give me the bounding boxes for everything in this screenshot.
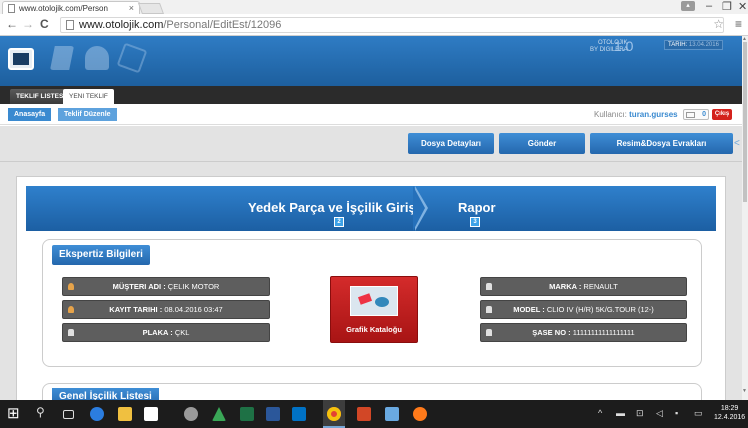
close-tab-icon[interactable]: × bbox=[129, 3, 134, 13]
date-value: 13.04.2016 bbox=[688, 42, 719, 48]
back-icon[interactable]: ← bbox=[6, 17, 18, 31]
step-number-2: 2 bbox=[334, 217, 344, 227]
windows-start-icon[interactable] bbox=[7, 404, 21, 422]
date-display: TARIH: 13.04.2016 bbox=[664, 40, 723, 50]
expertise-legend: Ekspertiz Bilgileri bbox=[52, 245, 150, 265]
action-bar: Dosya Detayları Gönder Resim&Dosya Evrak… bbox=[0, 126, 742, 162]
store-icon[interactable] bbox=[144, 407, 158, 421]
user-prefix: Kullanıcı: bbox=[594, 110, 627, 119]
edge-icon[interactable] bbox=[90, 407, 104, 421]
breadcrumb: Anasayfa Teklif Düzenle Kullanıcı: turan… bbox=[0, 104, 742, 125]
word-icon[interactable] bbox=[266, 407, 280, 421]
monitor-icon[interactable] bbox=[8, 48, 34, 70]
browser-tab-bar: www.otolojik.com/Person × ▴ – ❐ ✕ bbox=[0, 0, 748, 14]
car-icon bbox=[486, 306, 492, 313]
tab-title: www.otolojik.com/Person bbox=[19, 4, 108, 13]
main-panel: Yedek Parça ve İşçilik Girişi Rapor 2 3 … bbox=[16, 176, 726, 423]
app-icon[interactable] bbox=[385, 407, 399, 421]
taskbar: ⚲ ^ ▬ ⊡ ◁ ▪ ▭ 18:29 12.4.2016 bbox=[0, 400, 748, 428]
catalog-thumbnail bbox=[350, 286, 398, 316]
person-icon bbox=[68, 283, 74, 290]
envelope-icon bbox=[686, 112, 695, 118]
excel-icon[interactable] bbox=[240, 407, 254, 421]
powerpoint-icon[interactable] bbox=[357, 407, 371, 421]
url-host: www.otolojik.com bbox=[79, 19, 164, 31]
customer-name-field: MÜŞTERI ADI : ÇELIK MOTOR bbox=[62, 277, 270, 296]
file-details-button[interactable]: Dosya Detayları bbox=[408, 133, 494, 154]
search-icon[interactable]: ⚲ bbox=[36, 405, 50, 419]
catalog-label: Grafik Kataloğu bbox=[346, 325, 402, 334]
scroll-thumb[interactable] bbox=[743, 42, 747, 202]
record-date-field: KAYIT TARIHI : 08.04.2016 03:47 bbox=[62, 300, 270, 319]
user-info: Kullanıcı: turan.gurses bbox=[594, 110, 678, 119]
breadcrumb-current[interactable]: Teklif Düzenle bbox=[58, 108, 117, 121]
address-toolbar: ← → C www.otolojik.com/Personal/EditEst/… bbox=[0, 14, 748, 36]
system-clock[interactable]: 18:29 12.4.2016 bbox=[714, 404, 745, 422]
app-header: OTOLOJIK BY DIGILERA 1.0 TARIH: 13.04.20… bbox=[0, 36, 742, 86]
window-close-button[interactable]: ✕ bbox=[738, 0, 747, 13]
step-separator bbox=[413, 186, 428, 231]
page-icon bbox=[66, 20, 74, 30]
forward-icon[interactable]: → bbox=[22, 17, 34, 31]
profile-icon[interactable]: ▴ bbox=[681, 1, 695, 11]
messages-button[interactable]: 0 bbox=[683, 109, 709, 120]
car-icon bbox=[486, 283, 492, 290]
breadcrumb-home[interactable]: Anasayfa bbox=[8, 108, 52, 121]
graphic-catalog-button[interactable]: Grafik Kataloğu bbox=[330, 276, 418, 343]
file-explorer-icon[interactable] bbox=[118, 407, 132, 421]
media-icon[interactable] bbox=[184, 407, 198, 421]
car-icon bbox=[68, 329, 74, 336]
tab-offer-list[interactable]: TEKLIF LISTESI bbox=[10, 89, 72, 104]
volume-icon[interactable]: ◁ bbox=[656, 408, 663, 419]
reload-icon[interactable]: C bbox=[40, 17, 49, 31]
collapse-arrow-icon[interactable]: < bbox=[734, 138, 740, 149]
expertise-section: Ekspertiz Bilgileri MÜŞTERI ADI : ÇELIK … bbox=[42, 239, 702, 367]
mail-count: 0 bbox=[702, 111, 706, 118]
logout-button[interactable]: Çıkış bbox=[712, 109, 732, 120]
drive-icon[interactable] bbox=[212, 407, 226, 421]
network-icon[interactable]: ⊡ bbox=[636, 408, 644, 419]
step-report[interactable]: Rapor bbox=[458, 200, 496, 215]
firefox-icon[interactable] bbox=[413, 407, 427, 421]
tray-arrow-icon[interactable]: ^ bbox=[598, 408, 602, 418]
chrome-icon[interactable] bbox=[327, 407, 341, 421]
browser-menu-icon[interactable]: ≡ bbox=[735, 17, 742, 31]
plate-field: PLAKA : ÇKL bbox=[62, 323, 270, 342]
car-icon bbox=[486, 329, 492, 336]
bookmark-star-icon[interactable]: ☆ bbox=[713, 17, 724, 31]
chassis-field: ŞASE NO : 11111111111111111 bbox=[480, 323, 687, 342]
step-number-3: 3 bbox=[470, 217, 480, 227]
notifications-icon[interactable]: ▪ bbox=[675, 408, 678, 418]
model-field: MODEL : CLIO IV (H/R) 5K/G.TOUR (12-) bbox=[480, 300, 687, 319]
url-path: /Personal/EditEst/12096 bbox=[163, 19, 282, 31]
tab-new-offer[interactable]: YENI TEKLIF bbox=[63, 89, 114, 104]
minimize-button[interactable]: – bbox=[706, 0, 712, 12]
brand-field: MARKA : RENAULT bbox=[480, 277, 687, 296]
restore-button[interactable]: ❐ bbox=[722, 0, 732, 13]
person-icon bbox=[68, 306, 74, 313]
battery-icon[interactable]: ▬ bbox=[616, 408, 625, 418]
user-name[interactable]: turan.gurses bbox=[629, 110, 677, 119]
images-documents-button[interactable]: Resim&Dosya Evrakları bbox=[590, 133, 733, 154]
app-version: 1.0 bbox=[614, 38, 634, 54]
date-label: TARIH: bbox=[668, 42, 688, 48]
url-field[interactable]: www.otolojik.com/Personal/EditEst/12096 bbox=[60, 17, 724, 33]
keyboard-icon[interactable]: ▭ bbox=[694, 408, 703, 419]
new-tab-button[interactable] bbox=[137, 3, 165, 14]
step-parts-labour[interactable]: Yedek Parça ve İşçilik Girişi bbox=[248, 200, 419, 215]
page-scrollbar[interactable]: ▲ ▼ bbox=[742, 36, 748, 400]
browser-tab[interactable]: www.otolojik.com/Person × bbox=[2, 1, 140, 14]
wizard-steps: Yedek Parça ve İşçilik Girişi Rapor bbox=[26, 186, 716, 231]
outlook-icon[interactable] bbox=[292, 407, 306, 421]
task-view-icon[interactable] bbox=[63, 410, 74, 419]
send-button[interactable]: Gönder bbox=[499, 133, 585, 154]
edit-icon[interactable] bbox=[116, 42, 148, 74]
app-tab-strip: TEKLIF LISTESI YENI TEKLIF bbox=[0, 86, 742, 104]
content-area: Yedek Parça ve İşçilik Girişi Rapor 2 3 … bbox=[0, 162, 742, 423]
person-icon[interactable] bbox=[85, 46, 109, 70]
document-icon[interactable] bbox=[50, 46, 74, 70]
scroll-down-icon[interactable]: ▼ bbox=[742, 388, 747, 394]
page-icon bbox=[8, 4, 15, 13]
